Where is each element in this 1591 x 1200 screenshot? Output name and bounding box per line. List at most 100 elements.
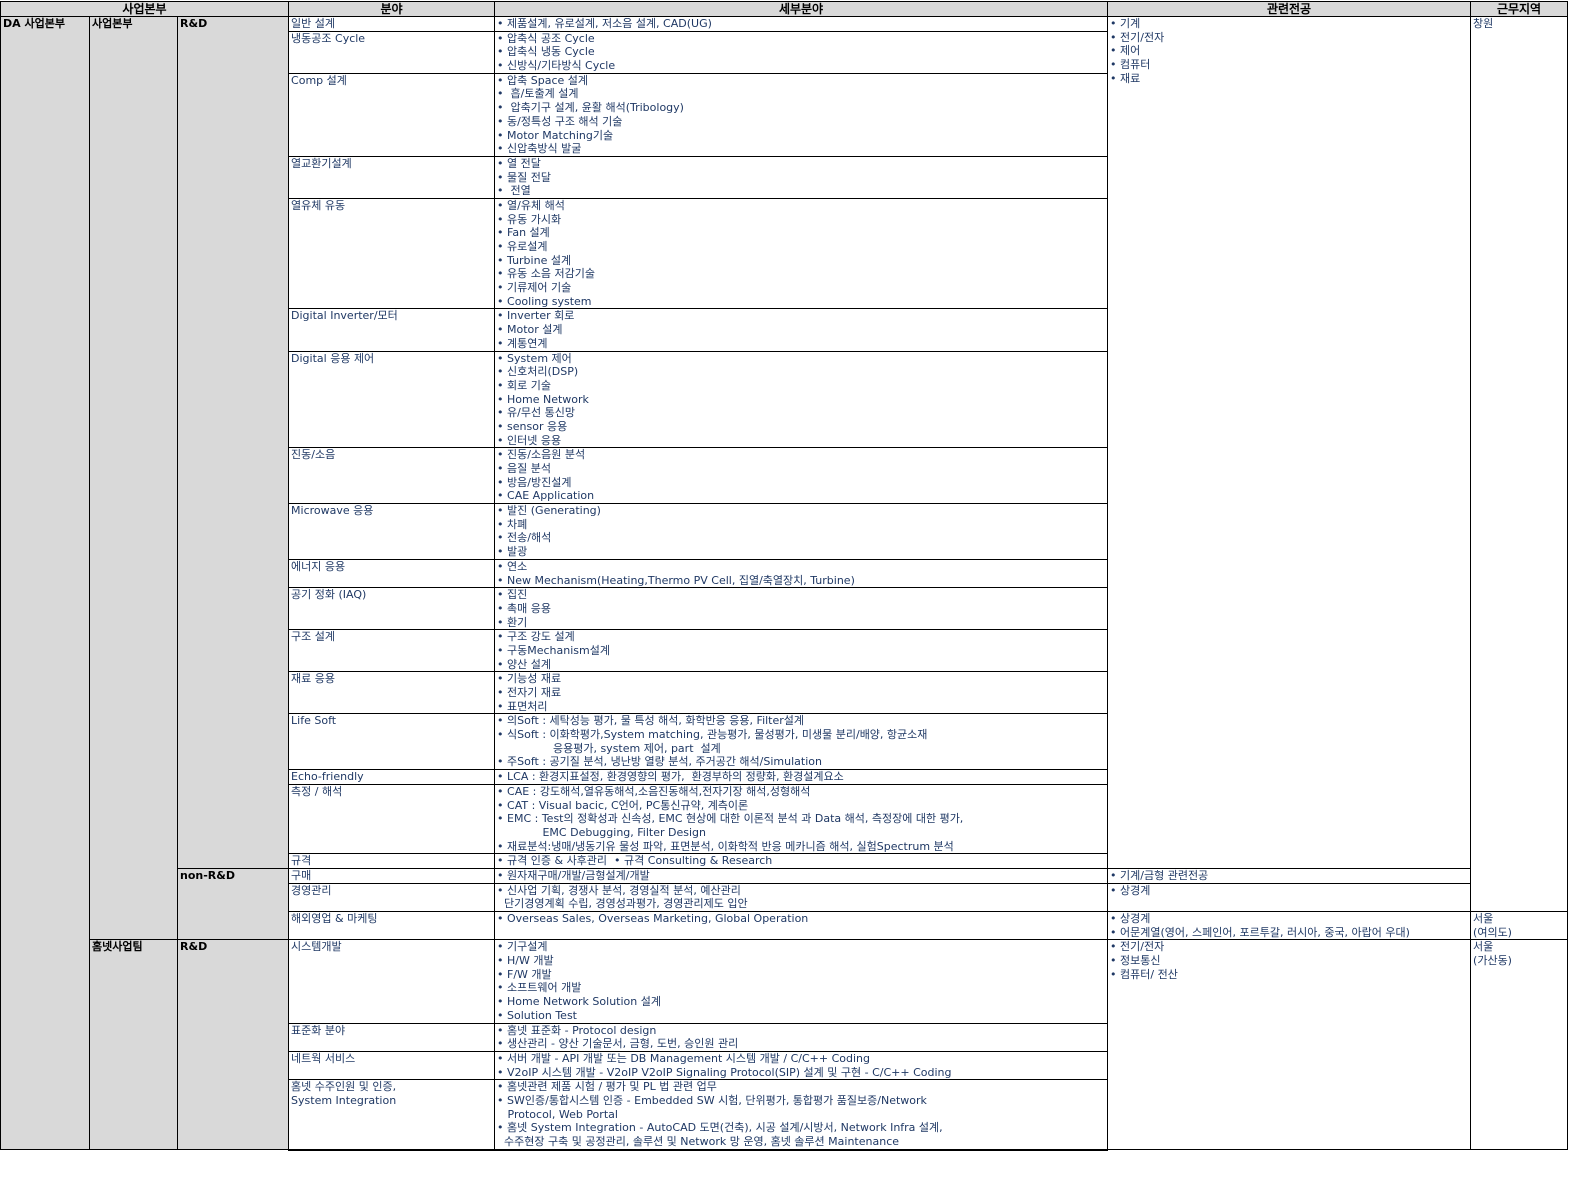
cell-line: • 상경계 (1110, 883, 1151, 897)
cell-line: • 계통연계 (497, 336, 548, 350)
cell-line: • Turbine 설계 (497, 253, 572, 267)
cell-line: • 생산관리 - 양산 기술문서, 금형, 도번, 승인원 관리 (497, 1037, 739, 1051)
field-cell: 열유체 유동 (288, 197, 496, 310)
table-body: DA 사업본부 사업본부 R&D 일반 설계 • 제품설계, 유로설계, 저소음 설계,… (0, 15, 1569, 1151)
cell-line: • F/W 개발 (497, 967, 552, 981)
cell-line: 서울 (1473, 912, 1494, 925)
cell-line: • Fan 설계 (497, 226, 550, 240)
cell-line: 에너지 응용 (291, 559, 346, 573)
table-row: 홈넷사업팀 R&D 시스템개발 • 기구설계 • H/W 개발 • F/W 개발 • 소프트… (1, 939, 1569, 1151)
cell-line: • 열/유체 해석 (497, 198, 565, 212)
field-cell: 진동/소음 (288, 447, 496, 505)
cell-line: 수주현장 구축 및 공정관리, 솔루션 및 Network 망 운영, 홈넷 솔… (497, 1135, 900, 1148)
cell-line: • 표면처리 (497, 699, 548, 713)
detail-cell: • 의Soft : 세탁성능 평가, 물 특성 해석, 화학반응 응용, Fil… (494, 713, 1109, 771)
cell-line: 구조 설계 (291, 630, 336, 644)
cell-line: • 정보통신 (1110, 954, 1161, 968)
cell-line: • 규격 인증 & 사후관리 • 규격 Consulting & Researc… (497, 854, 773, 868)
cell-line: • 홈넷 표준화 - Protocol design (497, 1023, 657, 1037)
field-cell: 일반 설계 (288, 16, 496, 32)
type-cell: R&D (176, 16, 290, 869)
cell-line: • 회로 기술 (497, 378, 551, 392)
cell-line: • 연소 (497, 559, 528, 573)
cell-line: • 압축기구 설계, 윤활 해석(Tribology) (497, 101, 684, 115)
location-cell: 서울 (여의도) (1470, 910, 1569, 941)
cell-line: • H/W 개발 (497, 954, 554, 968)
field-cell: 시스템개발 (288, 939, 496, 1024)
field-cell: 표준화 분야 (288, 1022, 496, 1052)
header-row: 사업본부 분야 세부분야 관련전공 근무지역 (0, 1, 1569, 17)
cell-line: 서울 (1473, 940, 1494, 954)
cell-line: • New Mechanism(Heating,Thermo PV Cell, … (497, 573, 855, 587)
field-cell: 구매 (288, 867, 496, 884)
detail-cell: • 연소 • New Mechanism(Heating,Thermo PV Ce… (494, 558, 1109, 589)
detail-cell: • 진동/소음원 분석 • 음질 분석 • 방음/방진설계 • CAE Applica… (494, 447, 1109, 505)
cell-line: • 신사업 기획, 경쟁사 분석, 경영실적 분석, 예산관리 (497, 883, 741, 897)
field-cell: 경영관리 (288, 882, 496, 913)
cell-line: • 원자재구매/개발/금형설계/개발 (497, 868, 650, 882)
detail-cell: • 홈넷 표준화 - Protocol design • 생산관리 - 양산 기술… (494, 1022, 1109, 1052)
detail-cell: • LCA : 환경지표설정, 환경영향의 평가, 환경부하의 정량화, 환경설… (494, 769, 1109, 785)
cell-line: 경영관리 (291, 883, 332, 897)
header-detail: 세부분야 (494, 1, 1109, 17)
cell-line: • Motor Matching기술 (497, 128, 614, 142)
field-cell: 공기 정화 (IAQ) (288, 587, 496, 631)
field-cell: 규격 (288, 853, 496, 869)
cell-line: • 환기 (497, 615, 528, 629)
detail-cell: • System 제어 • 신호처리(DSP) • 회로 기술 • Home Netw… (494, 350, 1109, 449)
cell-line: • CAE : 강도해석,열유동해석,소음진동해석,전자기장 해석,성형해석 (497, 784, 811, 798)
detail-cell: • 홈넷관련 제품 시험 / 평가 및 PL 법 관련 업무 • SW인증/통합시… (494, 1079, 1109, 1151)
cell-line: • 유/무선 통신망 (497, 406, 575, 420)
cell-line: • 전기/전자 (1110, 30, 1165, 44)
cell-line: • SW인증/통합시스템 인증 - Embedded SW 시험, 단위평가, … (497, 1093, 927, 1107)
cell-line: System Integration (291, 1093, 397, 1107)
field-cell: 구조 설계 (288, 629, 496, 673)
cell-line: • CAE Application (497, 489, 595, 503)
field-cell: 네트웍 서비스 (288, 1050, 496, 1081)
field-cell: 해외영업 & 마케팅 (288, 910, 496, 941)
header-major: 관련전공 (1107, 1, 1472, 17)
cell-line: 창원 (1473, 17, 1494, 31)
major-cell: • 기계/금형 관련전공 (1107, 867, 1472, 884)
detail-cell: • Overseas Sales, Overseas Marketing, Gl… (494, 910, 1109, 941)
detail-cell: • 집진 • 촉매 응용 • 환기 (494, 587, 1109, 631)
cell-line: 공기 정화 (IAQ) (291, 588, 367, 602)
type-cell: non-R&D (176, 867, 290, 941)
cell-line: 단기경영계획 수립, 경영성과평가, 경영관리제도 입안 (497, 897, 748, 911)
field-cell: 측정 / 해석 (288, 783, 496, 855)
cell-line: 냉동공조 Cycle (291, 31, 366, 45)
cell-line: • Motor 설계 (497, 323, 563, 337)
detail-cell: • 원자재구매/개발/금형설계/개발 (494, 867, 1109, 884)
table-row: non-R&D 구매 • 원자재구매/개발/금형설계/개발 • 기계/금형 관련전공 (1, 867, 1568, 941)
location-cell: 서울 (가산동) (1470, 939, 1569, 1151)
cell-line: EMC Debugging, Filter Design (497, 825, 706, 839)
field-cell: Echo-friendly (288, 769, 496, 785)
cell-line: • 집진 (497, 588, 528, 602)
cell-line: • 기류제어 기술 (497, 281, 572, 295)
cell-line: • 전송/해석 (497, 531, 552, 545)
detail-cell: • Inverter 회로 • Motor 설계 • 계통연계 (494, 308, 1109, 352)
cell-line: • System 제어 (497, 351, 572, 365)
cell-line: Digital 응용 제어 (291, 351, 375, 365)
detail-cell: • 압축식 공조 Cycle • 압축식 냉동 Cycle • 신방식/기타방식 C… (494, 30, 1109, 74)
division-cell: DA 사업본부 (0, 15, 90, 1151)
cell-line: 진동/소음 (291, 448, 336, 462)
cell-line: • Overseas Sales, Overseas Marketing, Gl… (497, 912, 809, 925)
cell-line: • sensor 응용 (497, 419, 568, 433)
cell-line: • 홈넷 System Integration - AutoCAD 도면(건축)… (497, 1121, 943, 1135)
cell-line: • Cooling system (497, 294, 592, 308)
field-cell: 홈넷 수주인원 및 인증, System Integration (288, 1079, 496, 1151)
cell-line: (여의도) (1473, 925, 1512, 939)
cell-line: • 신방식/기타방식 Cycle (497, 59, 616, 73)
cell-line: Comp 설계 (291, 73, 347, 87)
cell-line: • 인터넷 응용 (497, 433, 562, 447)
detail-cell: • 발진 (Generating) • 차폐 • 전송/해석 • 발광 (494, 503, 1109, 560)
cell-line: • 재료 (1110, 71, 1141, 85)
cell-line: • 압축식 공조 Cycle (497, 31, 595, 45)
cell-line: 규격 (291, 854, 312, 868)
major-cell: • 전기/전자 • 정보통신 • 컴퓨터/ 전산 (1107, 939, 1472, 1151)
field-cell: 냉동공조 Cycle (288, 30, 496, 74)
header-division: 사업본부 (0, 1, 290, 17)
cell-line: • 유로설계 (497, 240, 548, 253)
cell-line: • 물질 전달 (497, 170, 551, 184)
